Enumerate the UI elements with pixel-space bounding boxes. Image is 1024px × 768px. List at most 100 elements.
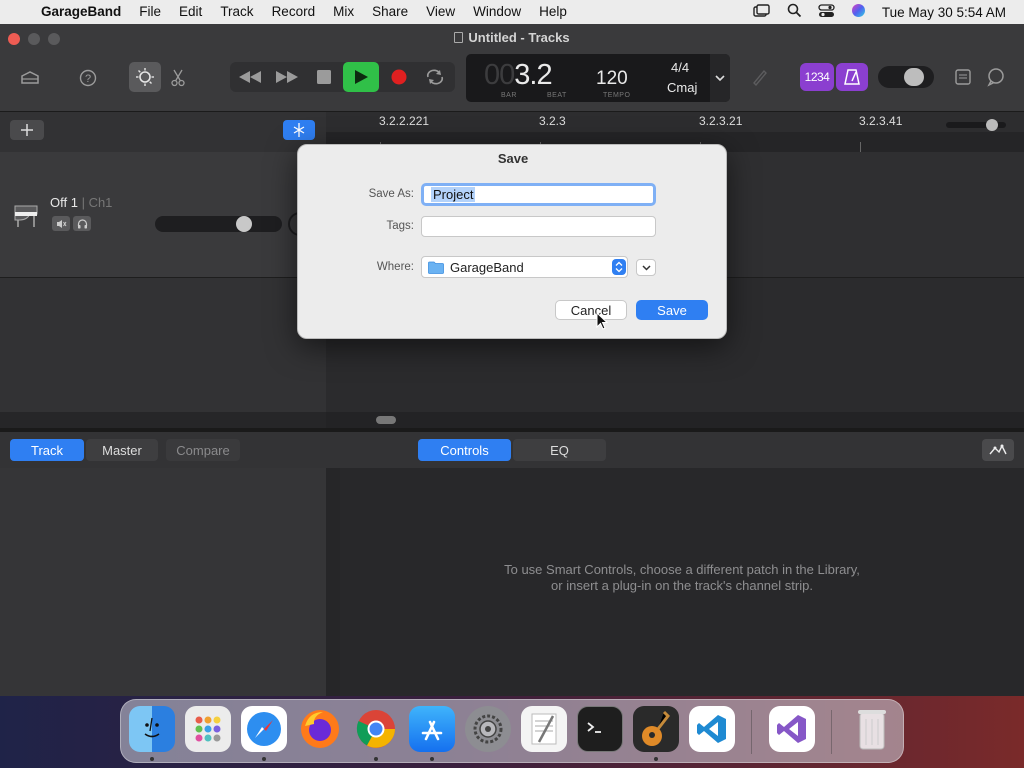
play-button[interactable] [343,62,379,92]
save-button[interactable]: Save [636,300,708,320]
menu-help[interactable]: Help [530,0,576,24]
textedit-icon[interactable] [521,706,567,752]
solo-button[interactable] [73,216,91,231]
count-in-button[interactable]: 1234 [800,63,834,91]
save-dialog: Save Save As: Project Tags: Where: Garag… [297,144,727,339]
save-as-label: Save As: [368,188,414,200]
lcd-key: Cmaj [667,80,698,95]
menu-edit[interactable]: Edit [170,0,211,24]
compare-button[interactable]: Compare [166,439,240,461]
master-volume-knob[interactable] [904,68,924,86]
mouse-cursor-icon [596,312,608,330]
save-as-value: Project [431,187,476,202]
loop-browser-icon[interactable] [984,66,1008,88]
menu-track[interactable]: Track [211,0,262,24]
garageband-window: Untitled - Tracks ? 003.2 BAR BEAT 120 T… [0,24,1024,696]
horizontal-zoom-knob[interactable] [986,119,998,131]
lcd-mode-chevron-down-icon[interactable] [710,54,730,102]
horizontal-scroll-thumb[interactable] [376,416,396,424]
rewind-icon[interactable] [236,66,264,88]
where-popup[interactable]: GarageBand [421,256,628,278]
menu-window[interactable]: Window [464,0,530,24]
tab-track[interactable]: Track [10,439,84,461]
track-volume-slider[interactable] [155,216,282,232]
tuner-icon[interactable] [748,66,772,88]
eq-curve-icon [989,444,1007,455]
control-center-icon[interactable] [818,3,835,21]
track-list-empty-area[interactable] [0,278,326,412]
quick-help-icon[interactable]: ? [76,66,100,90]
safari-icon[interactable] [241,706,287,752]
horizontal-zoom-slider[interactable] [946,119,1006,131]
chrome-running-indicator [374,757,378,761]
catch-playhead-button[interactable] [283,120,315,140]
master-volume-slider[interactable] [878,66,934,88]
horizontal-scrollbar[interactable] [326,412,1024,428]
app-store-icon[interactable] [409,706,455,752]
plus-icon [21,124,33,136]
speaker-mute-icon [56,219,66,228]
document-icon [454,32,464,43]
library-icon[interactable] [16,66,44,90]
add-track-button[interactable] [10,120,44,140]
visual-studio-icon[interactable] [769,706,815,752]
editors-scissors-icon[interactable] [168,66,188,90]
vscode-icon[interactable] [689,706,735,752]
smart-controls-icon[interactable] [129,62,161,92]
finder-icon[interactable] [129,706,175,752]
tags-field[interactable] [421,216,656,237]
app-menu[interactable]: GarageBand [32,0,130,24]
expand-dialog-button[interactable] [636,259,656,276]
track-volume-knob[interactable] [236,216,252,232]
lcd-tempo: 120 [596,68,628,89]
menu-clock[interactable]: Tue May 30 5:54 AM [882,5,1006,20]
menu-mix[interactable]: Mix [324,0,363,24]
menu-file[interactable]: File [130,0,170,24]
stop-icon[interactable] [313,66,335,88]
dock-separator [751,710,752,754]
track-name[interactable]: Off 1 [50,195,78,210]
fast-forward-icon[interactable] [273,66,301,88]
dock-separator [831,710,832,754]
safari-running-indicator [262,757,266,761]
lcd-beat-label: BEAT [547,92,567,99]
app-store-running-indicator [430,757,434,761]
up-down-chevron-icon [612,259,626,275]
screen-mirroring-icon[interactable] [753,3,771,21]
spotlight-search-icon[interactable] [787,3,802,21]
garageband-icon[interactable] [633,706,679,752]
lcd-position: 3.2 [514,59,552,91]
chrome-icon[interactable] [353,706,399,752]
cancel-button[interactable]: Cancel [555,300,627,320]
metronome-icon[interactable] [836,63,868,91]
track-header[interactable]: Off 1 | Ch1 [0,152,326,278]
launchpad-icon[interactable] [185,706,231,752]
lcd-bar-label: BAR [501,92,517,99]
save-as-field[interactable]: Project [421,183,656,206]
smart-controls-inspector-button[interactable] [982,439,1014,461]
record-icon [391,69,407,85]
smart-controls-message-line2: or insert a plug-in on the track's chann… [551,578,813,593]
trash-icon[interactable] [849,706,895,752]
firefox-icon[interactable] [297,706,343,752]
lcd-display[interactable]: 003.2 BAR BEAT 120 TEMPO 4/4 Cmaj [466,54,730,102]
chevron-down-icon [641,264,651,271]
cycle-icon[interactable] [423,66,447,88]
headphones-icon [77,218,87,228]
system-settings-icon[interactable] [465,706,511,752]
siri-icon[interactable] [851,3,866,21]
finder-running-indicator [150,757,154,761]
notepad-icon[interactable] [952,66,974,88]
svg-text:?: ? [85,73,91,85]
tab-eq[interactable]: EQ [513,439,606,461]
window-title: Untitled - Tracks [0,30,1024,45]
record-button[interactable] [388,66,410,88]
tab-master[interactable]: Master [86,439,158,461]
menu-share[interactable]: Share [363,0,417,24]
tab-controls[interactable]: Controls [418,439,511,461]
terminal-icon[interactable] [577,706,623,752]
mute-button[interactable] [52,216,70,231]
where-label: Where: [376,261,414,273]
menu-record[interactable]: Record [263,0,325,24]
menu-view[interactable]: View [417,0,464,24]
